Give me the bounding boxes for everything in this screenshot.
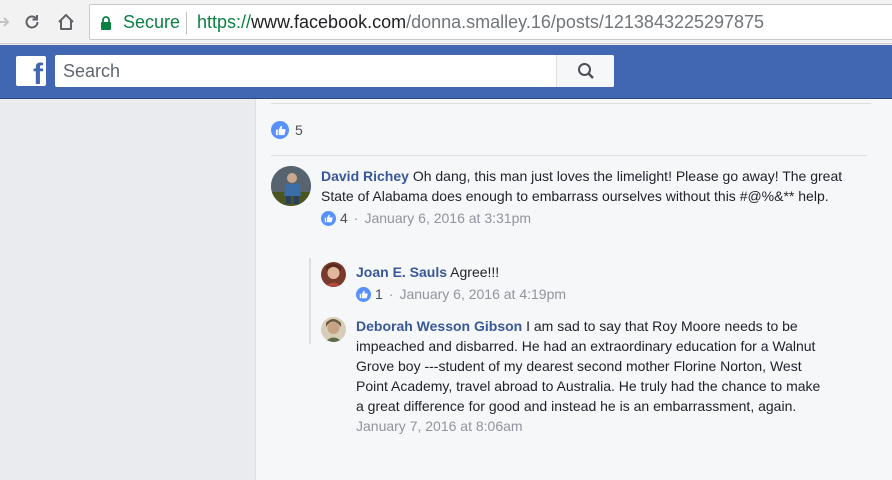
address-bar[interactable]: Secure https://www.facebook.com/donna.sm… bbox=[89, 4, 892, 40]
url-host: www.facebook.com bbox=[251, 12, 407, 32]
search-icon bbox=[577, 63, 594, 79]
reply-body: Deborah Wesson Gibson I am sad to say th… bbox=[356, 316, 826, 416]
facebook-header: f bbox=[0, 45, 892, 99]
comment-timestamp[interactable]: January 6, 2016 at 3:31pm bbox=[364, 210, 531, 226]
search-input[interactable] bbox=[55, 55, 555, 87]
url-scheme: https:// bbox=[197, 12, 252, 32]
avatar[interactable] bbox=[271, 166, 311, 206]
browser-toolbar: Secure https://www.facebook.com/donna.sm… bbox=[0, 0, 892, 44]
url-text: https://www.facebook.com/donna.smalley.1… bbox=[197, 12, 764, 33]
url-path: /donna.smalley.16/posts/1213843225297875 bbox=[406, 12, 765, 32]
post-like-count: 5 bbox=[295, 122, 303, 138]
avatar[interactable] bbox=[321, 262, 346, 287]
search-button[interactable] bbox=[556, 55, 614, 87]
reply-meta: January 7, 2016 at 8:06am bbox=[356, 418, 826, 434]
reply-author[interactable]: Joan E. Sauls bbox=[356, 264, 447, 280]
reply-timestamp[interactable]: January 6, 2016 at 4:19pm bbox=[399, 286, 566, 302]
reply-meta: 1 · January 6, 2016 at 4:19pm bbox=[356, 286, 836, 302]
like-icon bbox=[271, 121, 289, 139]
comment-like-count[interactable]: 4 bbox=[340, 210, 348, 226]
forward-icon[interactable] bbox=[0, 10, 16, 34]
like-icon[interactable] bbox=[321, 210, 336, 226]
home-icon[interactable] bbox=[54, 10, 78, 34]
reply: Joan E. Sauls Agree!!! 1 · January 6, 20… bbox=[356, 262, 836, 302]
reply-timestamp[interactable]: January 7, 2016 at 8:06am bbox=[356, 418, 523, 434]
reply-like-count[interactable]: 1 bbox=[375, 286, 383, 302]
omnibox-separator bbox=[186, 12, 187, 34]
avatar[interactable] bbox=[321, 317, 346, 342]
comment-meta: 4 · January 6, 2016 at 3:31pm bbox=[321, 210, 851, 226]
reload-icon[interactable] bbox=[20, 10, 44, 34]
comments-divider bbox=[271, 155, 867, 156]
card-divider-top bbox=[271, 103, 871, 104]
facebook-logo[interactable]: f bbox=[16, 56, 46, 86]
comment-body: David Richey Oh dang, this man just love… bbox=[321, 166, 851, 206]
like-icon[interactable] bbox=[356, 286, 371, 302]
reply-body: Joan E. Sauls Agree!!! bbox=[356, 262, 836, 282]
reply-author[interactable]: Deborah Wesson Gibson bbox=[356, 318, 522, 334]
post-reactions[interactable]: 5 bbox=[271, 121, 303, 139]
reply-text: Agree!!! bbox=[450, 264, 500, 280]
lock-icon bbox=[100, 16, 112, 35]
comment-author[interactable]: David Richey bbox=[321, 168, 409, 184]
search-box bbox=[55, 55, 614, 87]
comment: David Richey Oh dang, this man just love… bbox=[321, 166, 851, 226]
secure-label: Secure bbox=[123, 12, 181, 32]
replies-thread-line bbox=[309, 258, 311, 344]
meta-separator: · bbox=[353, 210, 359, 226]
reply: Deborah Wesson Gibson I am sad to say th… bbox=[356, 316, 826, 434]
meta-separator: · bbox=[388, 286, 394, 302]
